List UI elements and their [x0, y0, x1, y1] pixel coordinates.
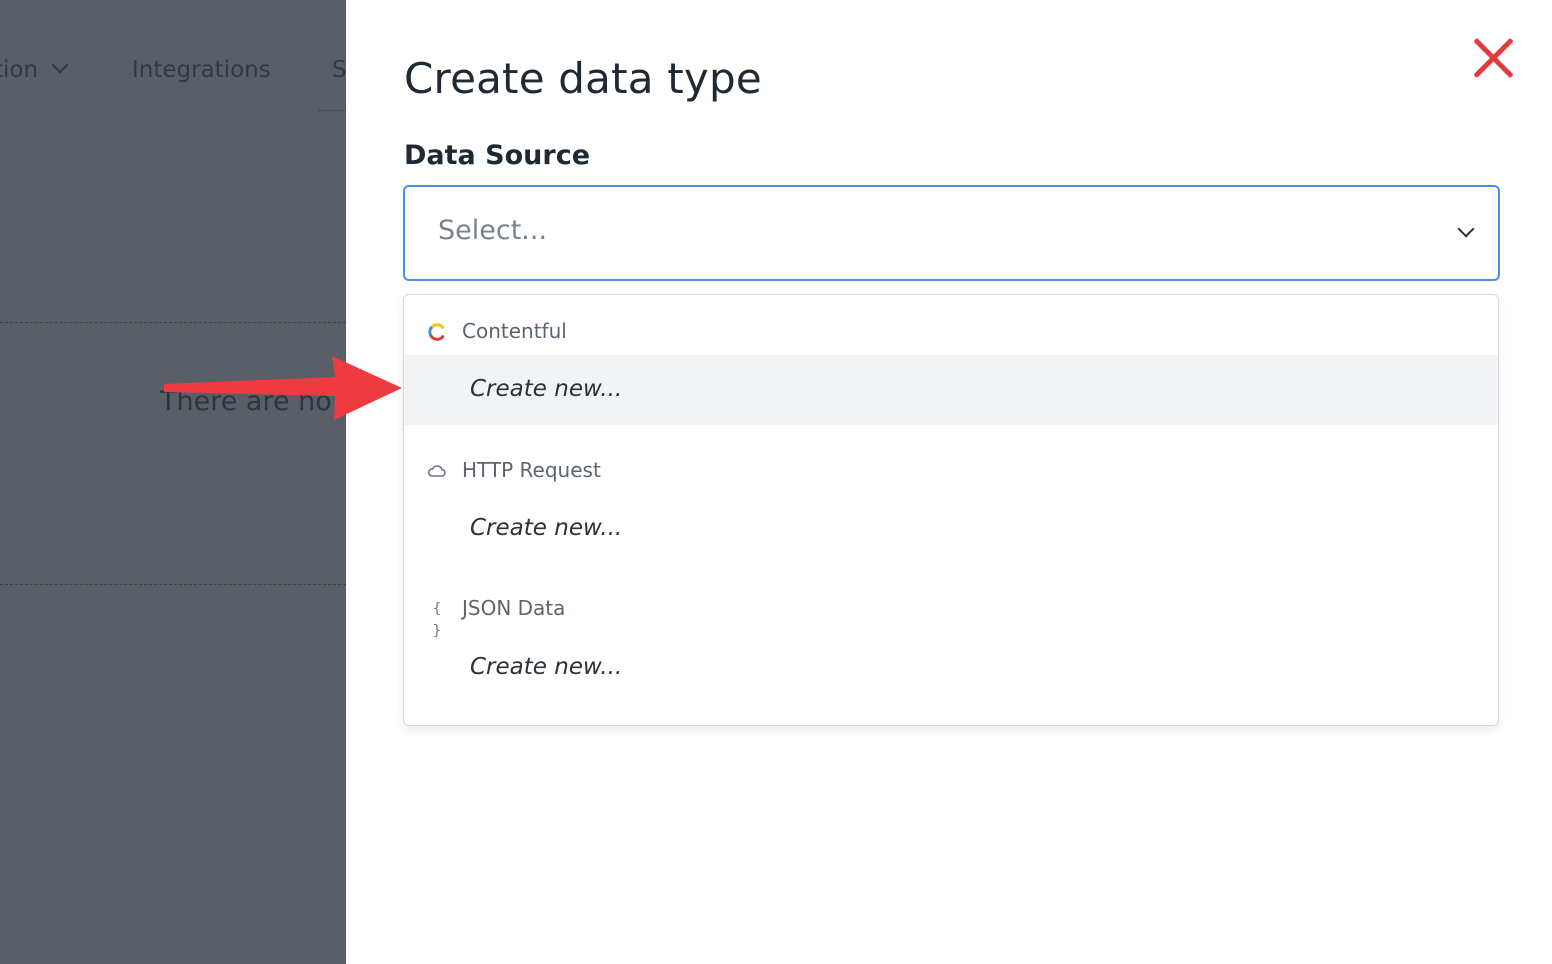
- group-label: JSON Data: [462, 596, 566, 620]
- group-header-json-data: { } JSON Data: [404, 589, 1498, 639]
- option-label: Create new...: [470, 515, 623, 541]
- group-header-contentful: Contentful: [404, 312, 1498, 352]
- group-label: HTTP Request: [462, 458, 601, 482]
- background-nav-item: tion: [0, 52, 69, 88]
- cloud-icon: [428, 465, 446, 477]
- divider: [318, 110, 346, 111]
- chevron-down-icon: [1457, 220, 1475, 238]
- data-source-select[interactable]: Select...: [403, 185, 1500, 281]
- background-nav-item-integrations: Integrations: [132, 57, 271, 83]
- group-header-http-request: HTTP Request: [404, 451, 1498, 491]
- data-source-label: Data Source: [404, 140, 591, 171]
- dimmed-background: tion Integrations S There are no: [0, 0, 346, 964]
- annotation-arrow-icon: [164, 356, 402, 420]
- option-label: Create new...: [470, 654, 623, 680]
- divider: [0, 584, 346, 585]
- select-placeholder: Select...: [438, 215, 548, 246]
- option-contentful-create-new[interactable]: Create new...: [404, 355, 1498, 425]
- data-source-menu: Contentful Create new... HTTP Request Cr…: [403, 294, 1499, 726]
- braces-icon: { }: [432, 601, 442, 639]
- background-nav-item: S: [332, 57, 346, 83]
- chevron-down-icon: [51, 56, 69, 74]
- close-icon[interactable]: [1470, 34, 1518, 82]
- page-title: Create data type: [404, 54, 762, 103]
- divider: [0, 322, 346, 323]
- option-http-request-create-new[interactable]: Create new...: [404, 494, 1498, 564]
- contentful-logo-icon: [428, 323, 445, 341]
- option-label: Create new...: [470, 376, 623, 402]
- option-json-data-create-new[interactable]: Create new...: [404, 633, 1498, 703]
- background-nav: tion Integrations S: [0, 52, 346, 88]
- group-label: Contentful: [462, 319, 567, 343]
